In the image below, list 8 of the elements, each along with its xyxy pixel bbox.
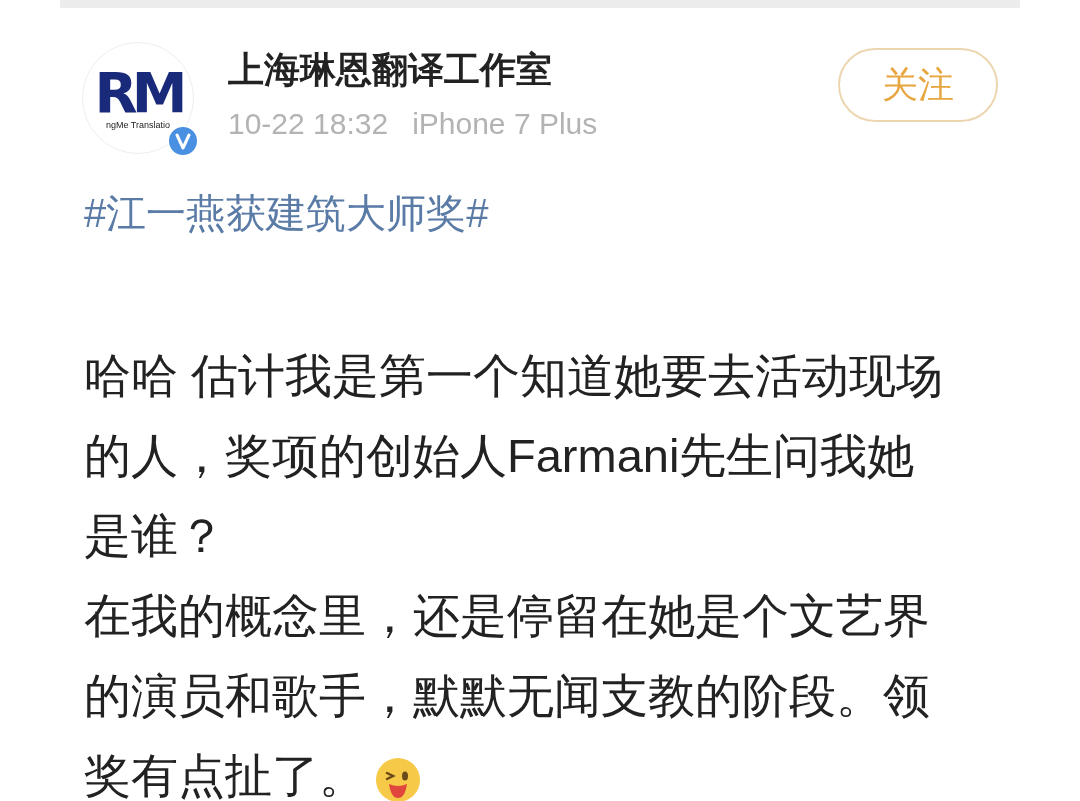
post-text: 哈哈 估计我是第一个知道她要去活动现场的人，奖项的创始人Farmani先生问我她是谁？: [84, 349, 944, 562]
hashtag-link[interactable]: #江一燕获建筑大师奖#: [84, 191, 489, 235]
logo-caption: ngMe Translatio: [105, 120, 170, 130]
post-time: 10-22 18:32: [228, 106, 389, 142]
post-text: 在我的概念里，还是停留在她是个文艺界的演员和歌手，默默无闻支教的阶段。领奖有点扯了。: [84, 589, 930, 801]
author-name[interactable]: 上海琳恩翻译工作室: [228, 48, 598, 92]
post-source: iPhone 7 Plus: [412, 106, 598, 142]
logo-text: RM: [94, 66, 182, 120]
